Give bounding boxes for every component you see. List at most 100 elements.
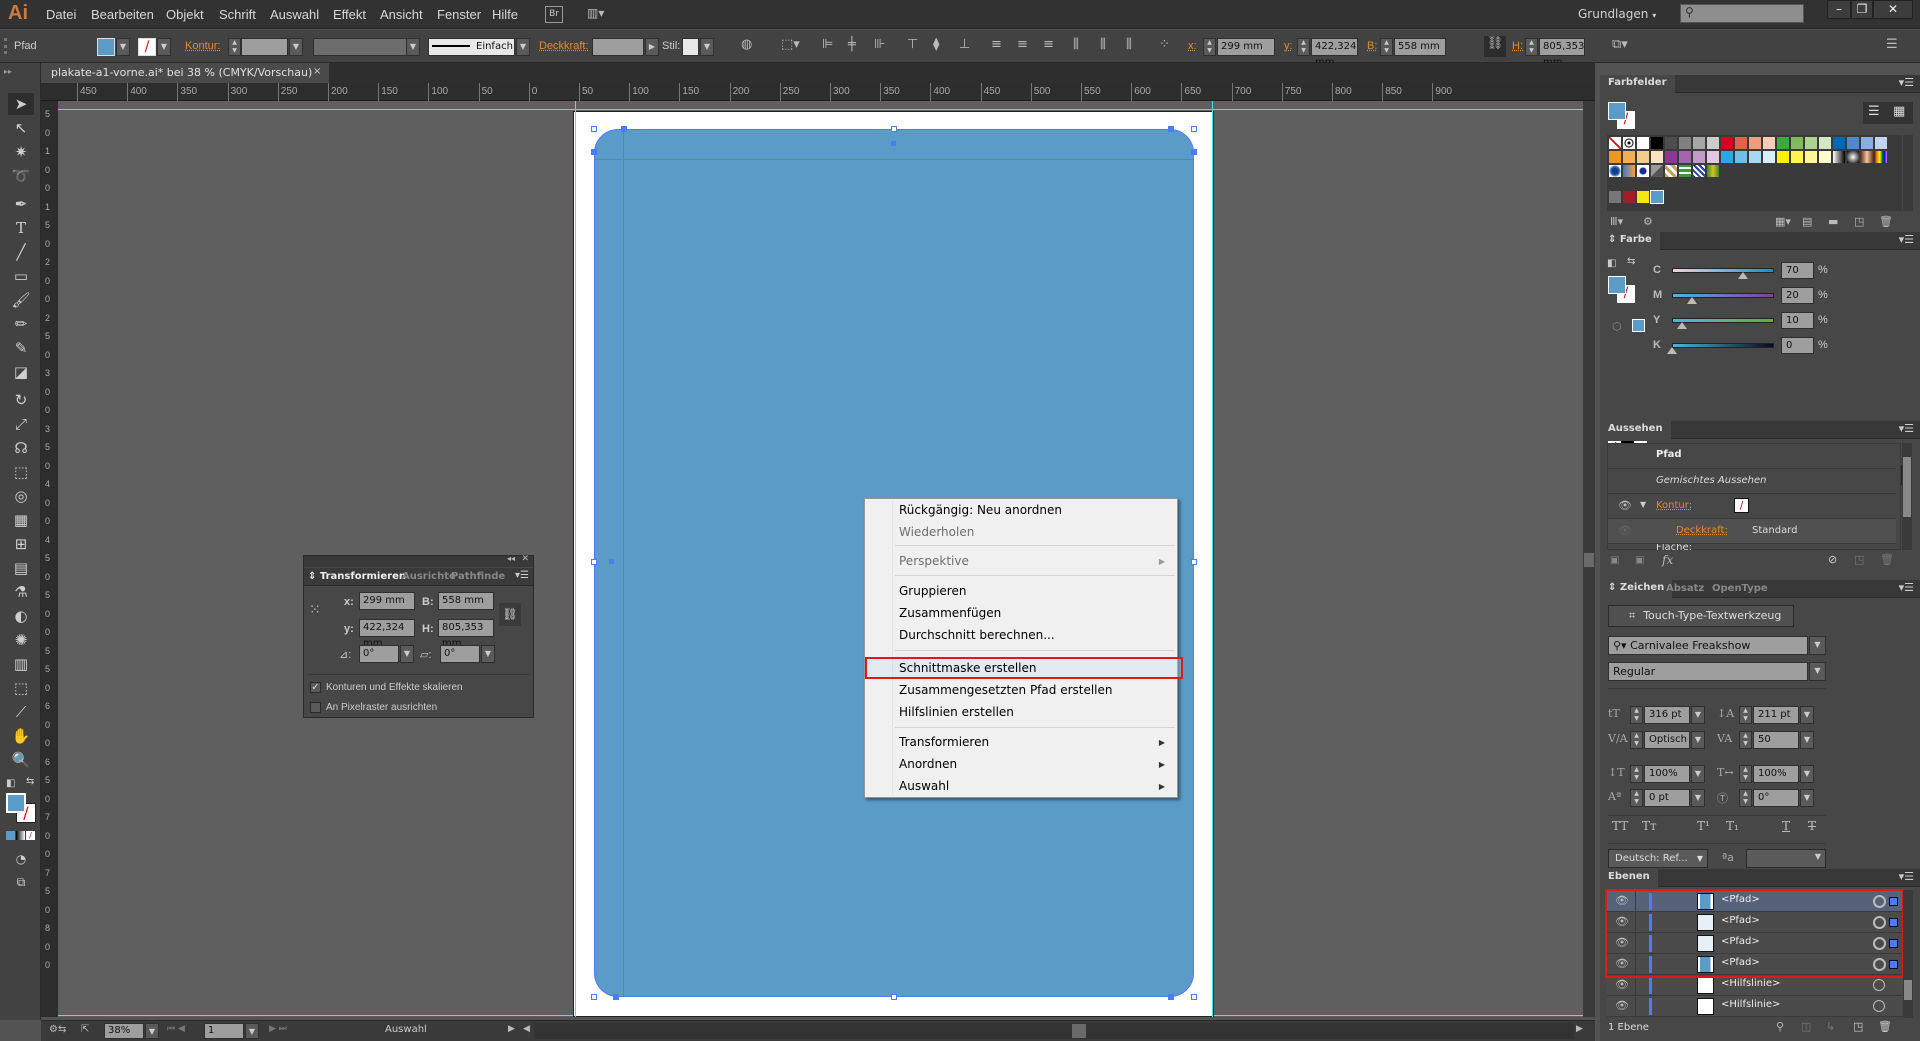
paintbrush-tool-icon[interactable]: 🖌 — [8, 289, 34, 311]
line-tool-icon[interactable]: ╱ — [8, 241, 34, 263]
show-swatch-kinds-icon[interactable]: ▦▾ — [1775, 215, 1791, 228]
channel-value-field[interactable]: 70 — [1781, 262, 1814, 279]
anchor-point[interactable] — [1168, 994, 1174, 1000]
visibility-eye-icon[interactable]: 👁 — [1615, 999, 1629, 1012]
swatch[interactable] — [1790, 150, 1804, 164]
swatch[interactable] — [1762, 136, 1776, 150]
bounding-handle-bottom-right[interactable] — [1191, 994, 1197, 1000]
fill-attr-label[interactable]: Fläche: — [1656, 544, 1692, 551]
visibility-eye-icon[interactable]: 👁 — [1618, 499, 1632, 512]
align-left-icon[interactable]: ⊫ — [822, 37, 833, 52]
font-size-dropdown[interactable]: ▼ — [1691, 706, 1705, 724]
delete-layer-icon[interactable]: 🗑 — [1878, 1020, 1892, 1033]
swatch[interactable] — [1636, 190, 1650, 204]
baseline-shift-dropdown[interactable]: ▼ — [1691, 789, 1705, 807]
swatch[interactable] — [1650, 164, 1664, 178]
panel-menu-icon[interactable]: ▾☰ — [1899, 422, 1914, 435]
swatch[interactable] — [1636, 150, 1650, 164]
anchor-point[interactable] — [591, 149, 597, 155]
graphic-style-swatch[interactable] — [682, 38, 699, 56]
swatch[interactable] — [1748, 136, 1762, 150]
swatch-libraries-icon[interactable]: Ⅲ▾ — [1610, 215, 1623, 228]
"character-rotation-stepper[interactable]: ▲ ▼ — [1739, 789, 1752, 807]
lock-column[interactable] — [1635, 912, 1636, 933]
layer-row[interactable]: 👁 <Hilfslinie> — [1607, 975, 1902, 996]
opacity-label[interactable]: Deckkraft: — [539, 40, 589, 52]
swatch[interactable] — [1622, 164, 1636, 178]
tab-ebenen[interactable]: Ebenen — [1600, 869, 1658, 887]
layer-row[interactable]: 👁 <Pfad> — [1607, 891, 1902, 912]
pencil-tool-icon[interactable]: ✏ — [8, 313, 34, 335]
y-field[interactable]: 422,324 mm — [1311, 38, 1358, 68]
expand-triangle-icon[interactable]: ▼ — [1640, 500, 1646, 509]
constrain-proportions-icon[interactable]: ⛓ — [499, 603, 521, 626]
menu-fenster[interactable]: Fenster — [437, 7, 481, 22]
kerning-dropdown[interactable]: ▼ — [1691, 731, 1705, 749]
free-transform-tool-icon[interactable]: ⬚ — [8, 461, 34, 483]
"tracking-stepper[interactable]: ▲ ▼ — [1739, 731, 1752, 749]
target-icon[interactable] — [1873, 979, 1885, 991]
gpu-preview-icon[interactable]: ⚙⇆ — [49, 1024, 66, 1035]
close-tab-icon[interactable]: × — [313, 66, 321, 77]
bounding-handle-middle-right[interactable] — [1191, 559, 1197, 565]
lock-column[interactable] — [1635, 954, 1636, 975]
target-icon[interactable] — [1873, 1000, 1885, 1012]
opacity-field[interactable] — [592, 38, 644, 56]
swatch[interactable] — [1846, 150, 1860, 164]
swatch[interactable] — [1720, 150, 1734, 164]
lock-column[interactable] — [1635, 975, 1636, 996]
target-icon[interactable] — [1873, 937, 1886, 950]
lock-column[interactable] — [1635, 891, 1636, 912]
brush-definition-field[interactable]: Einfach — [428, 38, 515, 56]
language-dropdown[interactable]: Deutsch: Ref... ▼ — [1608, 849, 1708, 868]
swatch[interactable] — [1720, 136, 1734, 150]
stroke-weight-field[interactable] — [241, 38, 288, 56]
y-field[interactable]: 422,324 mm — [359, 619, 415, 649]
color-mode-button[interactable] — [6, 831, 15, 840]
close-button[interactable]: ✕ — [1873, 0, 1913, 19]
rotate-field[interactable]: 0° — [359, 645, 399, 663]
swatch[interactable] — [1608, 164, 1622, 178]
perspective-grid-tool-icon[interactable]: ▦ — [8, 509, 34, 531]
new-color-group-icon[interactable]: ▬ — [1828, 215, 1838, 228]
drawing-mode-icon[interactable]: ◔ — [8, 848, 34, 870]
menu-item-schnittmaske-erstellen[interactable]: Schnittmaske erstellen — [899, 658, 1037, 678]
vertical-scrollbar[interactable] — [1583, 101, 1595, 1017]
canvas[interactable] — [58, 101, 1595, 1017]
vertical-scale-dropdown[interactable]: ▼ — [1691, 765, 1705, 783]
appearance-row-stroke[interactable]: 👁 ▼ Kontur: / — [1608, 494, 1896, 519]
list-view-icon[interactable]: ☰ — [1868, 104, 1880, 119]
swatch[interactable] — [1608, 136, 1622, 150]
swap-colors-icon[interactable]: ⇆ — [1627, 256, 1635, 267]
swatch[interactable] — [1818, 150, 1832, 164]
subscript-icon[interactable]: T₁ — [1726, 819, 1739, 833]
swatch[interactable] — [1678, 150, 1692, 164]
add-stroke-icon[interactable]: ▣ — [1610, 555, 1619, 566]
swatch[interactable] — [1804, 136, 1818, 150]
target-icon[interactable] — [1873, 958, 1886, 971]
visibility-eye-icon[interactable]: 👁 — [1615, 936, 1629, 949]
swatch[interactable] — [1636, 164, 1650, 178]
swatch[interactable] — [1650, 150, 1664, 164]
recolor-artwork-icon[interactable]: ◍ — [741, 37, 752, 52]
swatch[interactable] — [1706, 136, 1720, 150]
bounding-handle-bottom-left[interactable] — [591, 994, 597, 1000]
swatch[interactable] — [1832, 150, 1846, 164]
graph-tool-icon[interactable]: ▥ — [8, 653, 34, 675]
blob-brush-tool-icon[interactable]: ✎ — [8, 337, 34, 359]
opacity-dropdown[interactable]: ▶ — [645, 38, 659, 56]
none-mode-button[interactable]: / — [26, 831, 35, 840]
fx-button[interactable]: fx — [1662, 553, 1673, 567]
align-top-icon[interactable]: ⊤ — [907, 37, 918, 52]
"kerning-stepper[interactable]: ▲ ▼ — [1630, 731, 1643, 749]
collapse-panel-icon[interactable]: ◂◂ — [507, 554, 515, 563]
channel-slider[interactable] — [1672, 268, 1774, 273]
stroke-weight-stepper[interactable]: ▲ ▼ — [228, 38, 241, 56]
appearance-row-fill[interactable]: Fläche: — [1608, 544, 1896, 551]
menu-item-hilfslinien-erstellen[interactable]: Hilfslinien erstellen — [899, 702, 1014, 722]
reference-point-locator[interactable]: ⁙ — [309, 602, 321, 618]
anchor-point[interactable] — [621, 126, 627, 132]
workspace-switcher[interactable]: Grundlagen ▾ — [1578, 7, 1656, 21]
x-field[interactable]: 299 mm — [1217, 38, 1275, 56]
shear-field[interactable]: 0° — [440, 645, 480, 663]
